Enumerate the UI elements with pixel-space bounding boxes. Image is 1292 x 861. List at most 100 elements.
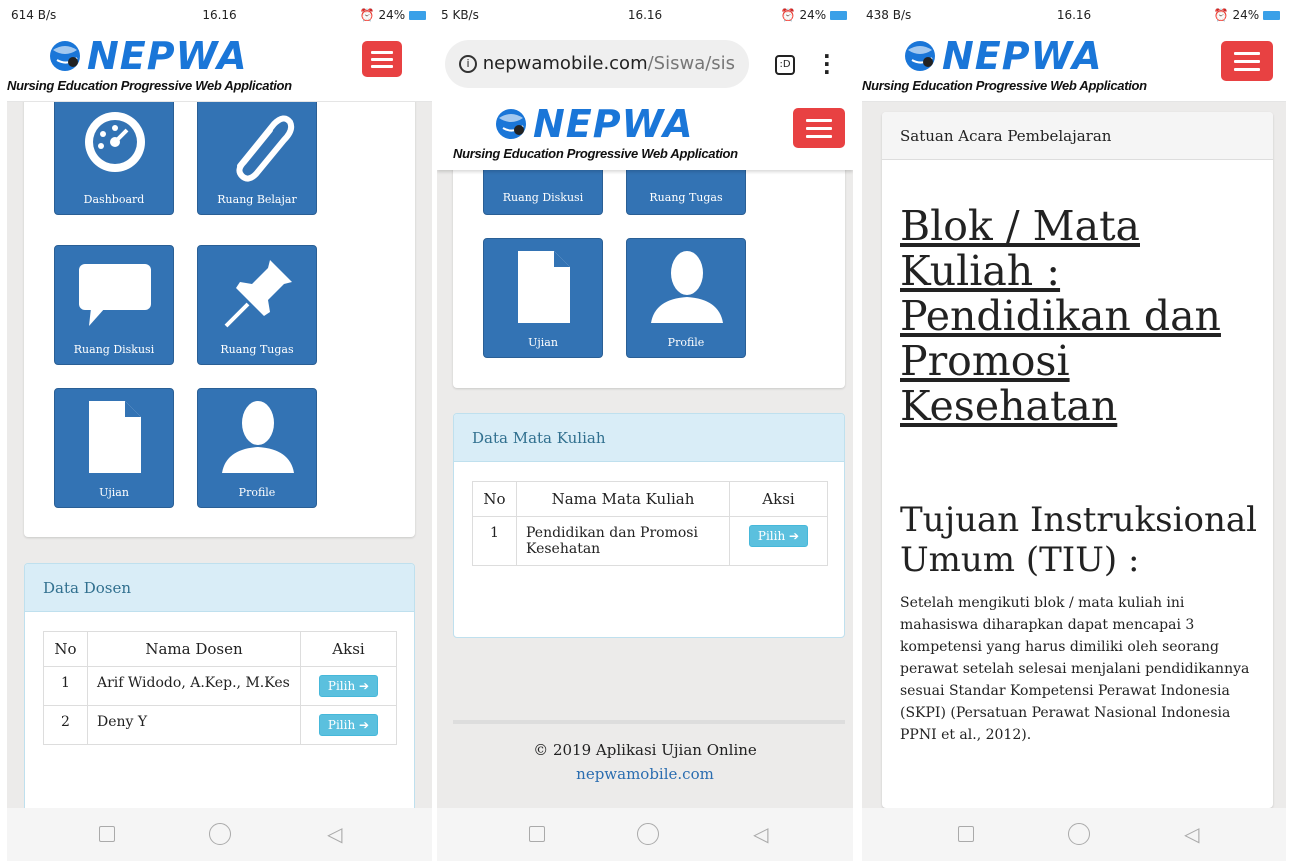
mata-kuliah-name: Pendidikan dan Promosi Kesehatan	[516, 516, 730, 566]
recent-apps-icon[interactable]	[99, 826, 115, 842]
table-row: 1 Arif Widodo, A.Kep., M.Kes Pilih ➔	[43, 666, 397, 706]
battery-icon	[830, 11, 847, 20]
pushpin-icon	[224, 260, 292, 328]
alarm-icon: ⏰	[1213, 8, 1233, 22]
column-header-action: Aksi	[729, 481, 828, 517]
card-title: Satuan Acara Pembelajaran	[882, 112, 1273, 160]
column-header-name: Nama Mata Kuliah	[516, 481, 730, 517]
tile-label: Dashboard	[83, 193, 145, 206]
menu-tiles-card: Dashboard Ruang Belajar Ruang Diskusi Ru…	[24, 95, 415, 537]
data-mata-kuliah-panel: Data Mata Kuliah No Nama Mata Kuliah Aks…	[453, 413, 845, 638]
back-triangle-icon[interactable]: ◁	[327, 822, 342, 846]
document-icon	[89, 401, 141, 473]
url-bar[interactable]: i nepwamobile.com/Siswa/sis	[445, 40, 749, 88]
home-circle-icon[interactable]	[637, 823, 659, 845]
footer-divider	[453, 720, 845, 724]
user-silhouette-icon	[222, 401, 294, 473]
android-nav-bar: ◁	[7, 808, 432, 861]
back-triangle-icon[interactable]: ◁	[753, 822, 768, 846]
column-header-action: Aksi	[300, 631, 397, 667]
pilih-button[interactable]: Pilih ➔	[748, 525, 809, 547]
footer: © 2019 Aplikasi Ujian Online nepwamobile…	[437, 738, 853, 786]
globe-logo-icon	[905, 41, 935, 71]
tile-label: Profile	[238, 486, 276, 499]
brand-tagline: Nursing Education Progressive Web Applic…	[453, 146, 738, 161]
row-number: 1	[472, 516, 517, 566]
brand-tagline: Nursing Education Progressive Web Applic…	[7, 78, 292, 93]
phone-screen-sap: 438 B/s 16.16 ⏰ 24% NEPWA Nursing Educat…	[862, 0, 1286, 861]
tile-ruang-tugas[interactable]: Ruang Tugas	[197, 245, 317, 365]
tile-label: Ruang Diskusi	[502, 191, 584, 204]
pilih-button[interactable]: Pilih ➔	[318, 714, 379, 736]
app-header: NEPWA Nursing Education Progressive Web …	[7, 30, 432, 102]
dashboard-gauge-icon	[85, 112, 145, 172]
tile-ruang-diskusi[interactable]: Ruang Diskusi	[54, 245, 174, 365]
tile-dashboard[interactable]: Dashboard	[54, 95, 174, 215]
arrow-right-icon: ➔	[359, 679, 370, 693]
battery-status: ⏰ 24%	[781, 8, 847, 22]
footer-link[interactable]: nepwamobile.com	[437, 762, 853, 786]
globe-logo-icon	[496, 109, 526, 139]
row-number: 2	[43, 705, 88, 745]
home-circle-icon[interactable]	[1068, 823, 1090, 845]
dosen-name: Deny Y	[87, 705, 301, 745]
table-header-row: No Nama Mata Kuliah Aksi	[472, 481, 828, 517]
tile-label: Ruang Diskusi	[73, 343, 155, 356]
android-nav-bar: ◁	[437, 808, 853, 861]
brand-name: NEPWA	[942, 34, 1103, 78]
tile-ujian[interactable]: Ujian	[54, 388, 174, 508]
tile-profile[interactable]: Profile	[197, 388, 317, 508]
panel-title: Data Dosen	[25, 564, 414, 612]
panel-title: Data Mata Kuliah	[454, 414, 844, 462]
column-header-no: No	[472, 481, 517, 517]
brand-name: NEPWA	[533, 102, 694, 146]
status-bar: 438 B/s 16.16 ⏰ 24%	[862, 0, 1286, 30]
footer-copyright: © 2019 Aplikasi Ujian Online	[533, 741, 757, 759]
tile-profile[interactable]: Profile	[626, 238, 746, 358]
recent-apps-icon[interactable]	[958, 826, 974, 842]
battery-status: ⏰ 24%	[1214, 8, 1280, 22]
tile-ujian[interactable]: Ujian	[483, 238, 603, 358]
menu-toggle-button[interactable]	[1221, 41, 1273, 81]
nepwa-logo[interactable]: NEPWA Nursing Education Progressive Web …	[7, 34, 297, 98]
table-header-row: No Nama Dosen Aksi	[43, 631, 397, 667]
brand-tagline: Nursing Education Progressive Web Applic…	[862, 78, 1147, 93]
phone-screen-mata-kuliah: 5 KB/s 16.16 ⏰ 24% i nepwamobile.com/Sis…	[437, 0, 853, 861]
speech-bubble-icon	[79, 264, 151, 326]
tile-label: Ujian	[528, 336, 558, 349]
app-header: NEPWA Nursing Education Progressive Web …	[862, 30, 1286, 102]
more-options-icon[interactable]: · · ·	[823, 46, 831, 82]
nepwa-logo[interactable]: NEPWA Nursing Education Progressive Web …	[862, 34, 1152, 98]
row-number: 1	[43, 666, 88, 706]
home-circle-icon[interactable]	[209, 823, 231, 845]
tile-label: Profile	[667, 336, 705, 349]
url-path: /Siswa/sis	[647, 53, 736, 74]
pilih-button[interactable]: Pilih ➔	[318, 675, 379, 697]
menu-toggle-button[interactable]	[362, 41, 402, 77]
data-dosen-panel: Data Dosen No Nama Dosen Aksi 1 Arif Wid…	[24, 563, 415, 823]
battery-icon	[409, 11, 426, 20]
course-heading: Blok / Mata Kuliah : Pendidikan dan Prom…	[900, 202, 1221, 430]
dosen-table: No Nama Dosen Aksi 1 Arif Widodo, A.Kep.…	[43, 631, 397, 745]
browser-toolbar: i nepwamobile.com/Siswa/sis :D · · ·	[437, 30, 853, 98]
table-row: 1 Pendidikan dan Promosi Kesehatan Pilih…	[472, 516, 828, 566]
status-bar: 614 B/s 16.16 ⏰ 24%	[7, 0, 432, 30]
menu-toggle-button[interactable]	[793, 108, 845, 148]
sap-card: Satuan Acara Pembelajaran Blok / Mata Ku…	[882, 112, 1273, 808]
url-host: nepwamobile.com	[482, 53, 648, 74]
globe-logo-icon	[50, 41, 80, 71]
tile-ruang-belajar[interactable]: Ruang Belajar	[197, 95, 317, 215]
recent-apps-icon[interactable]	[529, 826, 545, 842]
tiu-heading: Tujuan Instruksional Umum (TIU) :	[900, 500, 1258, 580]
tab-switcher-icon[interactable]: :D	[775, 55, 795, 75]
phone-screen-dashboard: 614 B/s 16.16 ⏰ 24% NEPWA Nursing Educat…	[7, 0, 432, 861]
app-header: NEPWA Nursing Education Progressive Web …	[437, 98, 853, 170]
nepwa-logo[interactable]: NEPWA Nursing Education Progressive Web …	[453, 102, 743, 166]
battery-icon	[1263, 11, 1280, 20]
alarm-icon: ⏰	[780, 8, 800, 22]
info-icon: i	[459, 55, 477, 73]
back-triangle-icon[interactable]: ◁	[1184, 822, 1199, 846]
battery-status: ⏰ 24%	[360, 8, 426, 22]
column-header-no: No	[43, 631, 88, 667]
column-header-name: Nama Dosen	[87, 631, 301, 667]
